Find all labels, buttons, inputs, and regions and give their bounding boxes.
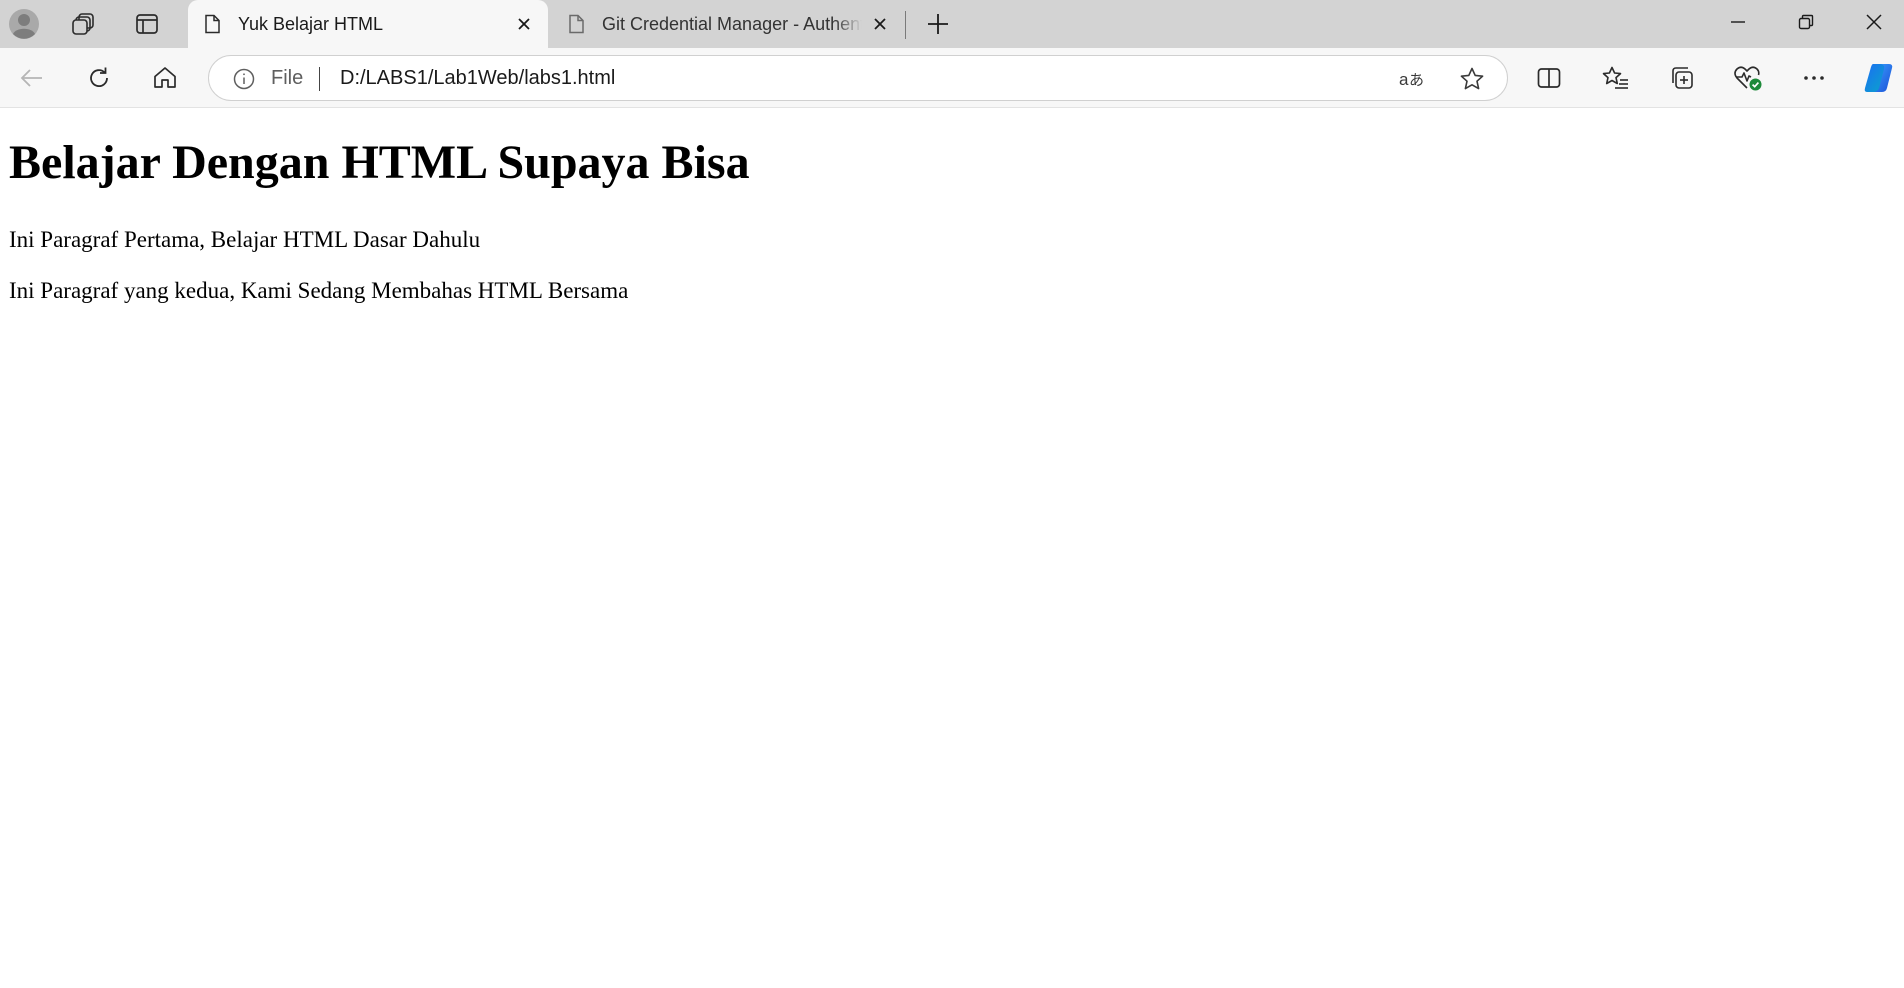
new-tab-button[interactable] [918, 4, 958, 44]
tab-git-credential-manager[interactable]: Git Credential Manager - Authentication [552, 0, 904, 48]
more-dots-icon [1804, 76, 1824, 80]
more-options-button[interactable] [1793, 57, 1835, 99]
address-bar[interactable]: File D:/LABS1/Lab1Web/labs1.html a あ [208, 55, 1508, 101]
close-tab-button[interactable] [862, 6, 898, 42]
translate-icon: a あ [1399, 70, 1424, 89]
svg-text:a: a [1399, 70, 1409, 89]
split-screen-icon [1537, 68, 1561, 88]
paragraph-second: Ini Paragraf yang kedua, Kami Sedang Mem… [9, 278, 629, 303]
close-tab-button[interactable] [506, 6, 542, 42]
site-scheme-label[interactable]: File [271, 67, 303, 90]
favorites-list-icon [1602, 66, 1628, 89]
back-arrow-icon [20, 69, 42, 87]
workspaces-icon[interactable] [64, 4, 104, 44]
back-button[interactable] [11, 57, 53, 99]
minimize-icon [1731, 21, 1745, 23]
close-icon [874, 18, 886, 30]
collections-icon [1672, 67, 1693, 89]
paragraph-first: Ini Paragraf Pertama, Belajar HTML Dasar… [9, 227, 481, 252]
refresh-button[interactable] [78, 57, 120, 99]
close-window-button[interactable] [1840, 0, 1904, 44]
tab-title: Yuk Belajar HTML [238, 13, 384, 34]
svg-text:あ: あ [1409, 71, 1424, 89]
minimize-button[interactable] [1704, 0, 1772, 44]
heartbeat-icon [1734, 66, 1762, 91]
close-icon [518, 18, 530, 30]
favorites-button[interactable] [1595, 57, 1637, 99]
browser-essentials-button[interactable] [1727, 57, 1769, 99]
plus-icon [928, 14, 948, 34]
tab-strip: Yuk Belajar HTML Git Credential Manager … [0, 0, 1904, 48]
collections-button[interactable] [1661, 57, 1703, 99]
tab-yuk-belajar-html[interactable]: Yuk Belajar HTML [188, 0, 548, 48]
page-icon [569, 14, 584, 34]
read-aloud-button[interactable]: a あ [1396, 63, 1428, 95]
home-icon [154, 67, 176, 88]
web-page-content: Belajar Dengan HTML Supaya Bisa Ini Para… [0, 108, 1904, 988]
tab-separator [905, 11, 906, 39]
page-icon [205, 14, 220, 34]
favorite-button[interactable] [1456, 63, 1488, 95]
restore-icon [1798, 14, 1814, 30]
restore-button[interactable] [1772, 0, 1840, 44]
vertical-tabs-icon[interactable] [127, 4, 167, 44]
split-screen-button[interactable] [1528, 57, 1570, 99]
home-button[interactable] [144, 57, 186, 99]
close-icon [1866, 14, 1882, 30]
url-text[interactable]: D:/LABS1/Lab1Web/labs1.html [340, 67, 615, 90]
address-divider [319, 67, 320, 91]
copilot-icon [1864, 64, 1893, 92]
tab-title: Git Credential Manager - Authentication [602, 13, 862, 35]
refresh-icon [90, 67, 108, 87]
copilot-button[interactable] [1857, 57, 1899, 99]
star-icon [1460, 67, 1484, 90]
page-heading: Belajar Dengan HTML Supaya Bisa [9, 136, 750, 189]
profile-avatar-icon[interactable] [4, 4, 44, 44]
browser-toolbar: File D:/LABS1/Lab1Web/labs1.html a あ [0, 48, 1904, 108]
info-icon[interactable] [233, 68, 255, 90]
